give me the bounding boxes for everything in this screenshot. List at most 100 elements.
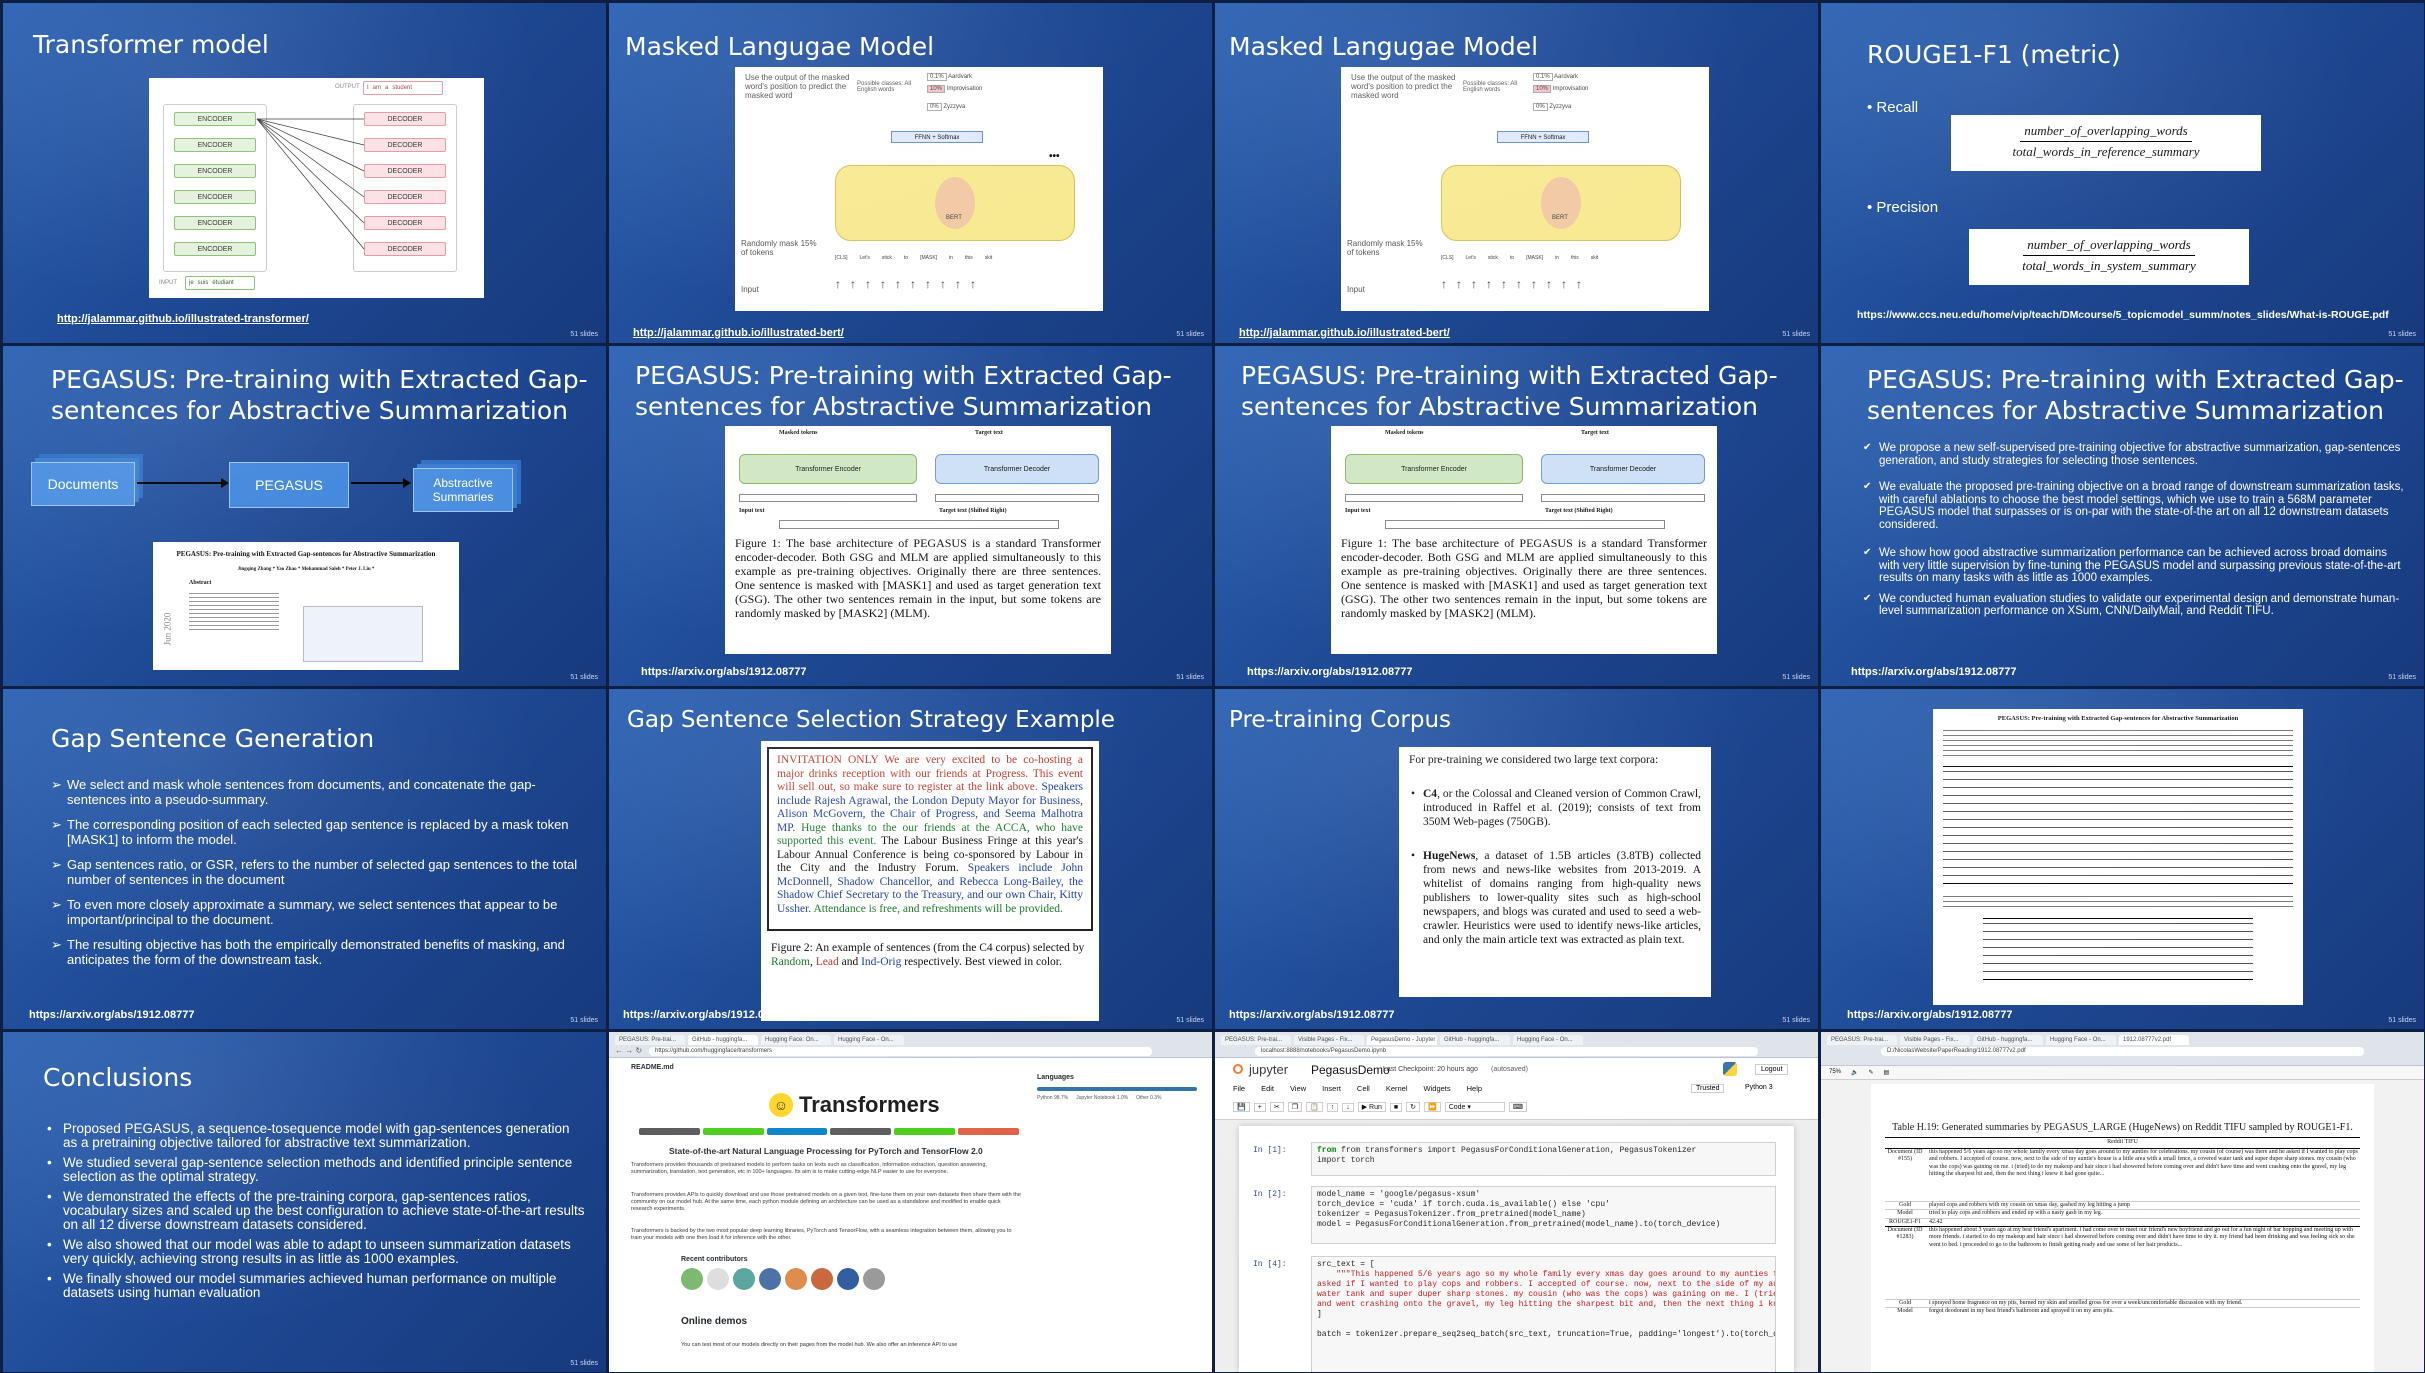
- paste-icon[interactable]: 📋: [1305, 1102, 1323, 1112]
- browser-tab[interactable]: Hugging Face - On...: [2046, 1035, 2116, 1045]
- browser-tab[interactable]: Hugging Face: On...: [761, 1035, 831, 1045]
- code-cell[interactable]: model_name = 'google/pegasus-xsum' torch…: [1311, 1186, 1776, 1244]
- browser-tab[interactable]: 1912.08777v2.pdf: [2119, 1035, 2189, 1045]
- code-line: torch_device = 'cuda' if torch.cuda.is_a…: [1317, 1200, 1610, 1209]
- run-button[interactable]: ▶ Run: [1357, 1102, 1386, 1112]
- slide-pegasus-overview[interactable]: PEGASUS: Pre-training with Extracted Gap…: [3, 346, 606, 686]
- menu-item[interactable]: View: [1290, 1084, 1306, 1093]
- avatar[interactable]: [759, 1268, 781, 1290]
- copy-icon[interactable]: ❐: [1287, 1102, 1302, 1112]
- cut-icon[interactable]: ✂: [1269, 1102, 1284, 1112]
- run-all-icon[interactable]: ⏩: [1423, 1102, 1441, 1112]
- slide-rouge[interactable]: ROUGE1-F1 (metric) • Recall number_of_ov…: [1821, 3, 2424, 343]
- screen-jupyter-notebook[interactable]: PEGASUS: Pre-trai... Visible Pages - Fix…: [1215, 1032, 1818, 1372]
- pdf-toolbar: 75% 🔈 ✎ ▤: [1821, 1066, 2424, 1080]
- slide-pretraining-corpus[interactable]: Pre-training Corpus For pre-training we …: [1215, 689, 1818, 1029]
- address-bar[interactable]: https://github.com/huggingface/transform…: [649, 1047, 1152, 1056]
- slide-pegasus-contributions[interactable]: PEGASUS: Pre-training with Extracted Gap…: [1821, 346, 2424, 686]
- sentence-green: Attendance is free, and refreshments wil…: [813, 902, 1063, 915]
- slide-masked-lm[interactable]: Masked Langugae Model Use the output of …: [609, 3, 1212, 343]
- source-link[interactable]: https://arxiv.org/abs/1912.08777: [1247, 666, 1413, 678]
- menu-item[interactable]: Cell: [1357, 1084, 1370, 1093]
- slide-results-table[interactable]: PEGASUS: Pre-training with Extracted Gap…: [1821, 689, 2424, 1029]
- mask-note: Randomly mask 15% of tokens: [1347, 239, 1423, 257]
- draw-icon[interactable]: ✎: [1869, 1069, 1874, 1076]
- pegasus-box: PEGASUS: [229, 462, 349, 508]
- checkpoint-status: Last Checkpoint: 20 hours ago: [1383, 1066, 1478, 1073]
- browser-tab[interactable]: Hugging Face - On...: [834, 1035, 904, 1045]
- browser-tab[interactable]: PEGASUS: Pre-trai...: [1827, 1035, 1897, 1045]
- code-cell[interactable]: from from transformers import PegasusFor…: [1311, 1142, 1776, 1176]
- source-link[interactable]: http://jalammar.github.io/illustrated-be…: [633, 327, 844, 339]
- read-aloud-icon[interactable]: 🔈: [1851, 1069, 1858, 1076]
- source-link[interactable]: https://arxiv.org/abs/1912.08777: [29, 1009, 195, 1021]
- keyboard-icon[interactable]: ⌨: [1508, 1102, 1527, 1112]
- source-link[interactable]: https://www.ccs.neu.edu/home/vip/teach/D…: [1857, 309, 2389, 321]
- cell-type-select[interactable]: Code ▾: [1444, 1102, 1505, 1112]
- screen-github-transformers[interactable]: PEGASUS: Pre-trai... GitHub - huggingfa.…: [609, 1032, 1212, 1372]
- masked-tokens-label: Masked tokens: [779, 430, 818, 436]
- browser-tab[interactable]: GitHub - huggingfa...: [688, 1035, 758, 1045]
- browser-tab[interactable]: Visible Pages - Fix...: [1900, 1035, 1970, 1045]
- slide-masked-lm-2[interactable]: Masked Langugae Model Use the output of …: [1215, 3, 1818, 343]
- zoom-level[interactable]: 75%: [1829, 1069, 1841, 1076]
- avatar[interactable]: [811, 1268, 833, 1290]
- restart-icon[interactable]: ↻: [1406, 1102, 1420, 1112]
- address-bar[interactable]: D:/NicolasWebsite/PaperReading/1912.0877…: [1881, 1047, 2364, 1056]
- trusted-badge[interactable]: Trusted: [1691, 1084, 1725, 1093]
- browser-tab[interactable]: PegasusDemo - Jupyter: [1367, 1035, 1437, 1045]
- slide-transformer-model[interactable]: Transformer model OUTPUT Iam a student ENC…: [3, 3, 606, 343]
- source-link[interactable]: https://arxiv.org/abs/1912.08777: [1847, 1009, 2013, 1021]
- avatar[interactable]: [733, 1268, 755, 1290]
- list-item: We also showed that our model was able t…: [47, 1238, 586, 1266]
- browser-tab[interactable]: GitHub - huggingfa...: [1973, 1035, 2043, 1045]
- avatar[interactable]: [785, 1268, 807, 1290]
- source-link[interactable]: http://jalammar.github.io/illustrated-be…: [1239, 327, 1450, 339]
- language-item[interactable]: Python 98.7%: [1037, 1095, 1068, 1101]
- notebook-name[interactable]: PegasusDemo: [1311, 1063, 1390, 1077]
- avatar[interactable]: [681, 1268, 703, 1290]
- avatar[interactable]: [863, 1268, 885, 1290]
- browser-tab[interactable]: GitHub - huggingfa...: [1440, 1035, 1510, 1045]
- logout-button[interactable]: Logout: [1755, 1064, 1789, 1075]
- add-cell-icon[interactable]: +: [1253, 1102, 1266, 1112]
- menu-item[interactable]: Kernel: [1386, 1084, 1408, 1093]
- move-up-icon[interactable]: ↑: [1326, 1102, 1339, 1112]
- source-link[interactable]: https://arxiv.org/abs/1912.08777: [641, 666, 807, 678]
- browser-tab[interactable]: PEGASUS: Pre-trai...: [615, 1035, 685, 1045]
- menu-item[interactable]: Edit: [1261, 1084, 1274, 1093]
- slide-pegasus-figure1-2[interactable]: PEGASUS: Pre-training with Extracted Gap…: [1215, 346, 1818, 686]
- language-item[interactable]: Jupyter Notebook 1.0%: [1076, 1095, 1128, 1101]
- menu-item[interactable]: Insert: [1322, 1084, 1341, 1093]
- slide-conclusions[interactable]: Conclusions Proposed PEGASUS, a sequence…: [3, 1032, 606, 1372]
- menu-item[interactable]: Help: [1467, 1084, 1482, 1093]
- source-link[interactable]: https://arxiv.org/abs/1912.08777: [623, 1009, 789, 1021]
- browser-tab[interactable]: Visible Pages - Fix...: [1294, 1035, 1364, 1045]
- source-link[interactable]: https://arxiv.org/abs/1912.08777: [1229, 1009, 1395, 1021]
- source-link[interactable]: http://jalammar.github.io/illustrated-tr…: [57, 313, 309, 325]
- screen-pdf-viewer[interactable]: PEGASUS: Pre-trai... Visible Pages - Fix…: [1821, 1032, 2424, 1372]
- save-icon[interactable]: 💾: [1233, 1102, 1250, 1112]
- bert-label: BERT: [1552, 215, 1568, 221]
- browser-tab[interactable]: PEGASUS: Pre-trai...: [1221, 1035, 1291, 1045]
- slide-pegasus-figure1[interactable]: PEGASUS: Pre-training with Extracted Gap…: [609, 346, 1212, 686]
- menu-item[interactable]: File: [1233, 1084, 1245, 1093]
- address-bar[interactable]: localhost:8888/notebooks/PegasusDemo.ipy…: [1255, 1047, 1758, 1056]
- list-item: We studied several gap-sentence selectio…: [47, 1156, 586, 1184]
- table-row: Model forgot deodorant in my best friend…: [1885, 1308, 2360, 1315]
- avatar[interactable]: [707, 1268, 729, 1290]
- prob-word: Aardvark: [1554, 74, 1579, 80]
- code-cell[interactable]: src_text = [ """This happened 5/6 years …: [1311, 1256, 1776, 1372]
- back-icon[interactable]: ← → ↻: [615, 1046, 642, 1055]
- avatar[interactable]: [837, 1268, 859, 1290]
- slide-gap-sentence-generation[interactable]: Gap Sentence Generation We select and ma…: [3, 689, 606, 1029]
- slide-gss-example[interactable]: Gap Sentence Selection Strategy Example …: [609, 689, 1212, 1029]
- source-link[interactable]: https://arxiv.org/abs/1912.08777: [1851, 666, 2017, 678]
- stop-icon[interactable]: ■: [1389, 1102, 1403, 1112]
- browser-tab[interactable]: Hugging Face - On...: [1513, 1035, 1583, 1045]
- readme-paragraph: Transformers is backed by the two most p…: [631, 1228, 1012, 1241]
- language-item[interactable]: Other 0.3%: [1136, 1095, 1161, 1101]
- move-down-icon[interactable]: ↓: [1342, 1102, 1354, 1112]
- menu-item[interactable]: Widgets: [1424, 1084, 1451, 1093]
- highlight-icon[interactable]: ▤: [1884, 1069, 1890, 1076]
